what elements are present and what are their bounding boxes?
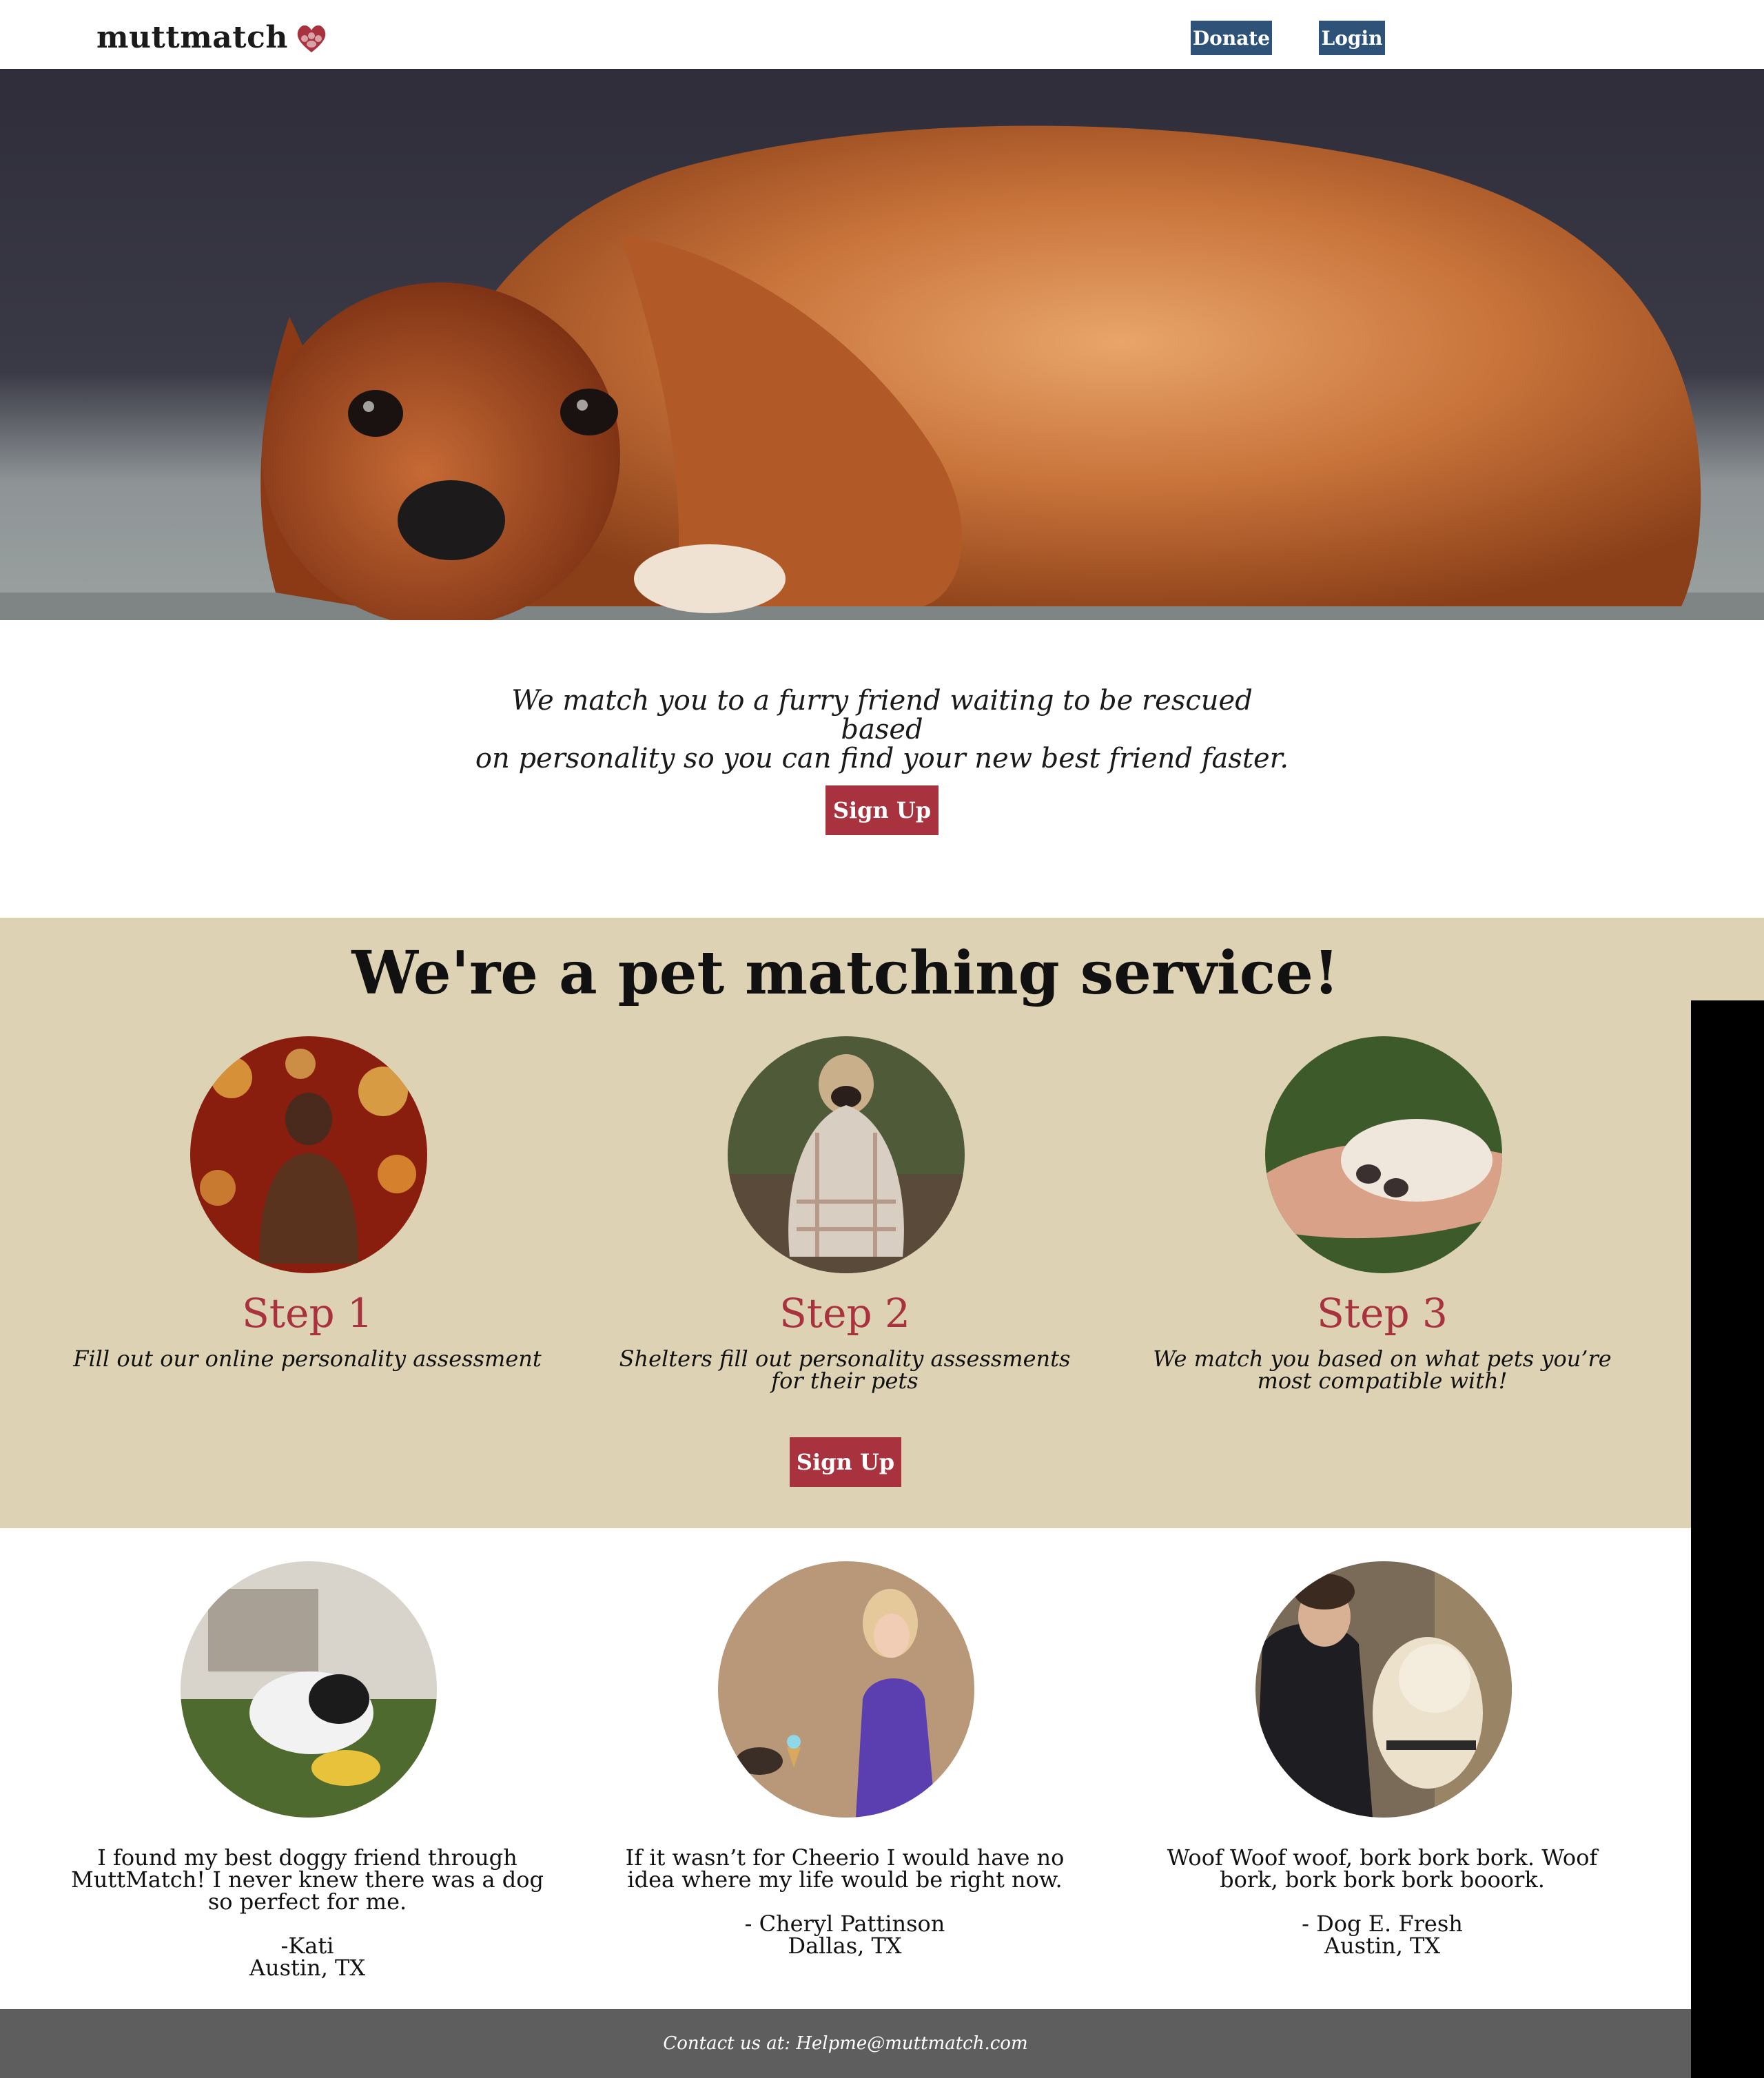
- testimonial-3-image: [1255, 1561, 1512, 1818]
- testimonial-2-name: - Cheryl Pattinson: [744, 1911, 945, 1937]
- logo-text: muttmatch: [96, 19, 288, 55]
- right-black-band: [1691, 1000, 1764, 2078]
- testimonial-1-location: Austin, TX: [249, 1955, 366, 1981]
- hero-dog-photo: [0, 69, 1764, 620]
- hero-image: [0, 69, 1764, 620]
- logo[interactable]: muttmatch: [96, 17, 331, 58]
- signup-button-intro[interactable]: Sign Up: [825, 785, 939, 835]
- site-footer: Contact us at: Helpme@muttmatch.com: [0, 2009, 1691, 2078]
- steps-section: We're a pet matching service! Step 1 Fil…: [0, 918, 1764, 1528]
- testimonial-2-quote: If it wasn’t for Cheerio I would have no…: [625, 1844, 1065, 1893]
- donate-button[interactable]: Donate: [1191, 21, 1272, 55]
- paw-heart-icon: [297, 25, 326, 52]
- step-3-image: [1265, 1036, 1502, 1273]
- testimonial-3-location: Austin, TX: [1324, 1933, 1441, 1959]
- site-header: muttmatch Donate Login: [0, 0, 1764, 69]
- step-2-description: Shelters fill out personality assessment…: [619, 1346, 1071, 1394]
- signup-button-steps[interactable]: Sign Up: [790, 1437, 901, 1487]
- step-2-image: [728, 1036, 965, 1273]
- testimonial-1-name: -Kati: [280, 1933, 334, 1959]
- intro-line-1: We match you to a furry friend waiting t…: [511, 685, 1253, 745]
- intro-line-2: on personality so you can find your new …: [475, 743, 1289, 774]
- step-1-image: [190, 1036, 427, 1273]
- testimonial-2-location: Dallas, TX: [788, 1933, 902, 1959]
- testimonial-3-name: - Dog E. Fresh: [1302, 1911, 1463, 1937]
- testimonials-section: I found my best doggy friend through Mut…: [0, 1528, 1691, 2009]
- footer-contact[interactable]: Contact us at: Helpme@muttmatch.com: [663, 2033, 1027, 2054]
- testimonial-2-image: [718, 1561, 974, 1818]
- step-3-title: Step 3: [1317, 1290, 1448, 1337]
- testimonial-3-quote: Woof Woof woof, bork bork bork. Woof bor…: [1167, 1844, 1598, 1893]
- testimonial-1-image: [181, 1561, 437, 1818]
- step-3-description: We match you based on what pets you’re m…: [1153, 1346, 1612, 1394]
- testimonial-1-quote: I found my best doggy friend through Mut…: [70, 1844, 544, 1915]
- login-button[interactable]: Login: [1319, 21, 1385, 55]
- steps-heading: We're a pet matching service!: [351, 938, 1340, 1008]
- step-1-description: Fill out our online personality assessme…: [73, 1346, 542, 1372]
- step-2-title: Step 2: [779, 1290, 910, 1337]
- intro-tagline: We match you to a furry friend waiting t…: [469, 686, 1295, 773]
- intro-section: We match you to a furry friend waiting t…: [0, 620, 1764, 918]
- step-1-title: Step 1: [242, 1290, 373, 1337]
